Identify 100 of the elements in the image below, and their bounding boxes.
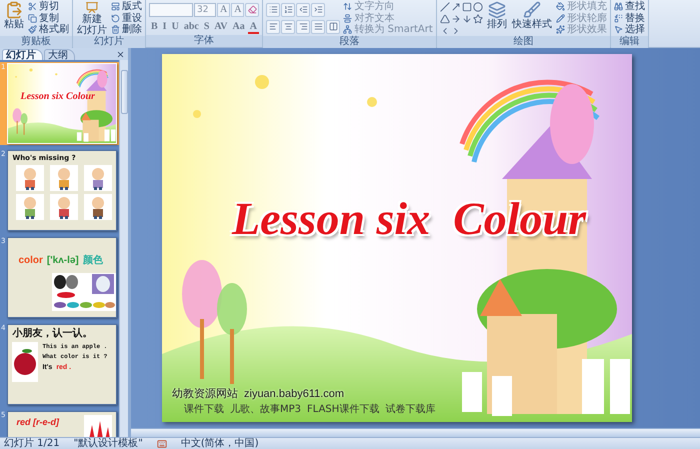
triangle-icon[interactable] [440,14,450,24]
slide-title: Lesson six Colour [230,194,588,245]
ribbon-button[interactable]: 替换 [614,12,645,24]
replace-icon[interactable] [614,14,623,23]
ribbon-button[interactable]: 剪切 [28,1,69,12]
paragraph-button[interactable] [281,2,296,16]
align-icon[interactable] [343,14,352,23]
paragraph-button[interactable] [311,20,326,34]
pencil-icon[interactable] [556,14,565,23]
diagram-icon[interactable] [343,25,352,34]
ribbon-button[interactable]: 文字方向 [343,1,433,12]
scrollbar-thumb[interactable] [120,70,128,114]
sparkle-icon[interactable] [556,25,565,34]
group-label: 绘图 [436,36,610,48]
slide-heading: red [r-e-d] [15,417,60,427]
rectangle-icon[interactable] [462,2,472,12]
brush-icon[interactable] [522,1,541,19]
arrow-icon[interactable] [450,2,461,12]
align-right-icon[interactable] [298,22,308,31]
language-text: 中文(简体，中国) [180,438,259,449]
align-left-icon[interactable] [268,22,278,31]
ribbon-button[interactable]: 格式刷 [28,24,69,36]
new-slide-icon[interactable] [83,1,101,14]
ribbon-button[interactable]: 复制 [28,12,69,24]
font-name-field[interactable] [149,2,193,16]
font-size-button[interactable]: A [231,2,244,16]
close-icon[interactable] [116,50,125,58]
ribbon-button[interactable]: 转换为 SmartArt [343,24,433,36]
format-button[interactable]: I [160,20,169,34]
ribbon-button[interactable]: 删除 [111,24,142,36]
outdent-icon[interactable] [298,5,308,14]
ribbon-button[interactable]: 新建 幻灯片 [76,1,108,36]
theme-name: "默认设计模板" [74,438,143,449]
text-direction-icon[interactable] [343,2,352,12]
paragraph-button[interactable] [296,2,310,16]
scrollbar[interactable] [119,60,128,437]
scissors-icon[interactable] [28,2,37,12]
paragraph-button[interactable] [266,20,280,34]
slide-title: Lesson six Colour [19,91,96,102]
paragraph-button[interactable] [326,20,340,34]
clipboard-icon[interactable] [5,1,23,19]
format-button[interactable]: AV [212,20,230,34]
keyboard-icon[interactable] [156,438,167,448]
ribbon-button[interactable]: 粘贴 [3,1,25,36]
font-size-field[interactable]: 32 [194,2,216,16]
circle-icon[interactable] [472,2,483,12]
format-button[interactable]: Aa [230,20,247,34]
reset-icon[interactable] [111,14,120,23]
ribbon-button[interactable]: 对齐文本 [343,12,433,24]
delete-icon[interactable] [111,25,120,34]
ribbon-button[interactable]: 版式 [111,1,142,12]
right-arrow-icon[interactable] [450,14,461,24]
group-label: 编辑 [610,36,648,48]
search-icon[interactable] [614,2,623,12]
align-center-icon[interactable] [284,22,293,31]
paintbrush-icon[interactable] [28,25,37,34]
ribbon-button[interactable]: 形状轮廓 [556,12,607,24]
format-button[interactable]: U [170,20,181,34]
eraser-icon[interactable] [248,5,257,14]
vocabulary-word: color [18,255,43,266]
group-label: 段落 [263,36,436,48]
paragraph-button[interactable] [266,2,280,16]
ribbon-button[interactable]: 重设 [111,12,142,24]
line-icon[interactable] [440,2,450,12]
ribbon-button[interactable]: 查找 [614,1,645,12]
ribbon-button[interactable]: 选择 [614,24,645,36]
layers-icon[interactable] [488,1,506,19]
site-url: ziyuan.baby611.com [244,388,344,400]
ribbon-button[interactable]: 快速样式 [510,1,553,36]
paragraph-button[interactable] [311,2,326,16]
font-size-button[interactable]: A [217,2,230,16]
columns-icon[interactable] [328,22,338,31]
star-icon[interactable] [472,14,483,24]
slide-heading: 小朋友，认一认。 [12,328,94,340]
justify-icon[interactable] [314,22,323,31]
ribbon-button[interactable]: 形状填充 [556,1,607,12]
group-label: 字体 [146,35,262,47]
phonetic-text: ['kʌ-lə] [46,255,79,266]
paint-bucket-icon[interactable] [556,2,565,12]
format-button[interactable]: abc [182,20,201,34]
numbered-list-icon[interactable] [284,5,293,14]
panel-tab[interactable]: 幻灯片 [2,49,43,60]
slide-thumbnail[interactable]: Lesson six Colour [7,63,118,144]
pointer-icon[interactable] [614,25,623,34]
ribbon-button[interactable]: 形状效果 [556,24,607,36]
ribbon-button[interactable]: 排列 [486,1,508,36]
clear-format-button[interactable] [245,2,260,16]
slide-thumbnail[interactable]: red [r-e-d] [7,411,118,437]
copy-icon[interactable] [28,14,37,23]
panel-tab[interactable]: 大纲 [44,49,75,60]
paragraph-button[interactable] [281,20,296,34]
group-label: 剪贴板 [0,36,72,48]
down-arrow-icon[interactable] [462,14,472,24]
layout-icon[interactable] [111,2,120,12]
paragraph-button[interactable] [296,20,310,34]
slide-thumbnail[interactable]: color ['kʌ-lə] 颜色 [7,237,118,318]
format-button[interactable]: S [202,20,212,34]
indent-icon[interactable] [314,5,323,14]
bullet-list-icon[interactable] [268,5,278,14]
format-button[interactable]: B [149,20,160,34]
